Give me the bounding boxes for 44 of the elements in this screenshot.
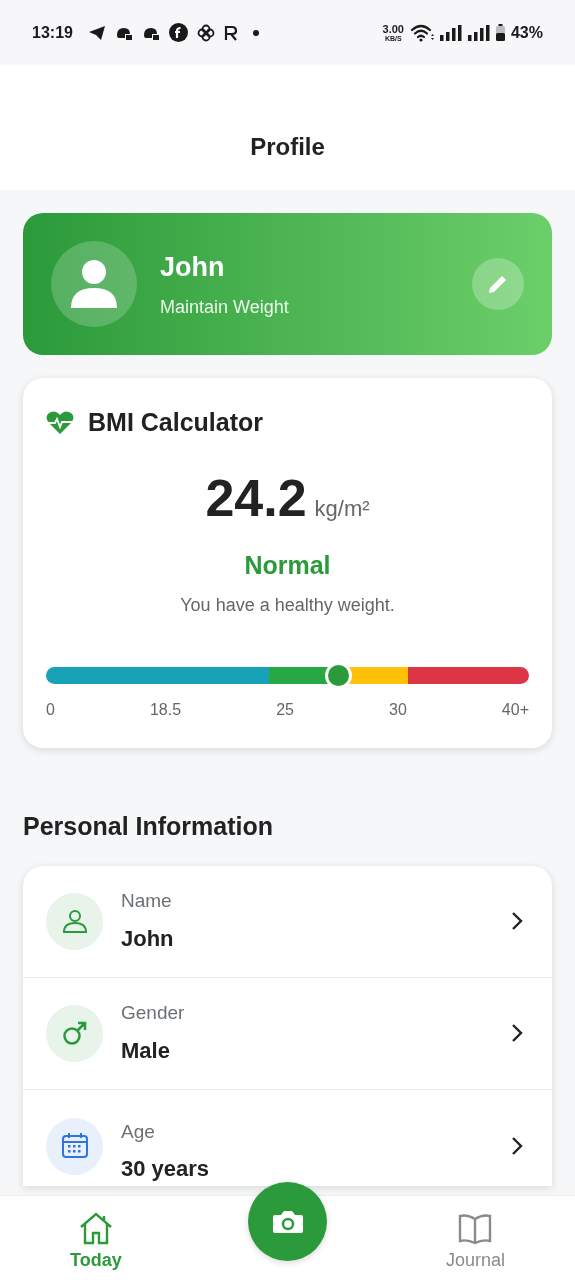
- info-row[interactable]: Name John: [23, 865, 552, 978]
- scale-label: 18.5: [149, 700, 182, 720]
- bmi-message: You have a healthy weight.: [179, 594, 396, 617]
- field-value: 30 years: [121, 1155, 211, 1183]
- letter-circle-icon: [168, 23, 188, 42]
- field-value: Male: [121, 1036, 171, 1065]
- pinwheel-icon: [196, 23, 215, 42]
- card-title: BMI Calculator: [88, 407, 264, 438]
- chevron-right-icon: [511, 911, 523, 931]
- scale-label: 40+: [501, 700, 529, 720]
- battery-text: 43%: [510, 22, 543, 43]
- camera-icon: [271, 1208, 304, 1235]
- bmi-value: 24.2: [205, 471, 307, 524]
- signal-icon: [439, 24, 462, 41]
- wifi-icon: [409, 23, 434, 42]
- field-value: John: [121, 924, 175, 953]
- signal-icon: [467, 24, 490, 41]
- camera-button[interactable]: [248, 1182, 327, 1261]
- chevron-right-icon: [511, 1135, 523, 1156]
- profile-goal: Maintain Weight: [160, 295, 290, 319]
- nav-tab[interactable]: Journal: [445, 1202, 505, 1274]
- field-label: Name: [121, 889, 173, 914]
- scale-label: 0: [46, 700, 55, 720]
- clock-text: 13:19: [32, 22, 73, 43]
- chevron-right-icon: [511, 1023, 523, 1043]
- bmi-unit: kg/m²: [314, 494, 370, 523]
- network-speed-text: 3.00: [382, 23, 404, 35]
- paper-plane-icon: [87, 24, 106, 41]
- letter-r-icon: [223, 24, 238, 41]
- nav-tab[interactable]: Today: [70, 1202, 122, 1274]
- profile-name: John: [160, 251, 226, 285]
- section-title: Personal Information: [23, 811, 275, 842]
- info-row[interactable]: Age 30 years: [23, 1089, 552, 1186]
- battery-icon: [495, 24, 505, 41]
- info-row[interactable]: Gender Male: [23, 977, 552, 1090]
- field-label: Age: [121, 1119, 156, 1144]
- scale-label: 30: [389, 700, 407, 720]
- bmi-category: Normal: [243, 549, 332, 581]
- scale-label: 25: [276, 700, 294, 720]
- dot-icon: [252, 29, 259, 36]
- heart-pulse-icon: [46, 410, 74, 435]
- field-label: Gender: [121, 1001, 186, 1026]
- edit-button[interactable]: [472, 258, 524, 310]
- page-title: Profile: [250, 132, 325, 162]
